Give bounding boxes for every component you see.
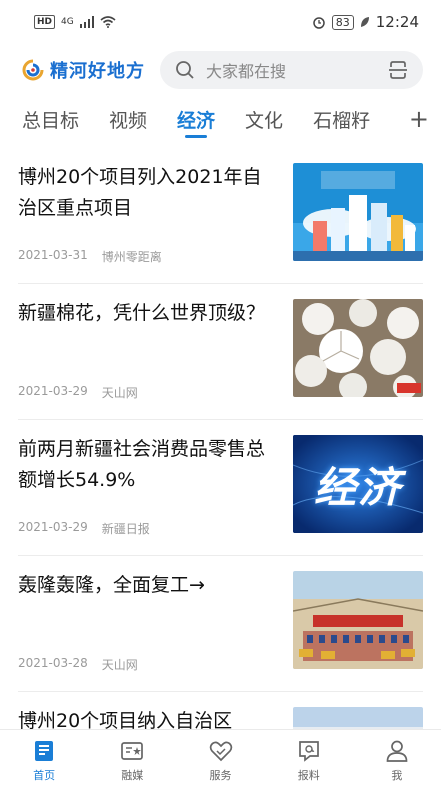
news-meta: 2021-03-29 天山网 [18, 384, 138, 401]
nav-report[interactable]: 报料 [265, 730, 353, 791]
news-date: 2021-03-28 [18, 656, 88, 670]
profile-icon [386, 740, 408, 762]
construction-site-image [293, 571, 423, 669]
cotton-image [293, 299, 423, 397]
tab-culture[interactable]: 文化 [245, 96, 283, 142]
scan-icon[interactable] [387, 59, 409, 81]
news-title[interactable]: 新疆棉花，凭什么世界顶级？ [18, 298, 266, 329]
home-icon [35, 741, 54, 761]
city-illustration [293, 163, 423, 261]
clock: 12:24 [375, 13, 419, 31]
news-date: 2021-03-29 [18, 520, 88, 534]
hd-badge: HD [34, 15, 56, 29]
news-date: 2021-03-31 [18, 248, 88, 262]
tab-shiliuzi[interactable]: 石榴籽 [313, 96, 370, 142]
news-title[interactable]: 博州20个项目列入2021年自治区重点项目 [18, 162, 266, 224]
news-source: 博州零距离 [101, 250, 162, 264]
leaf-icon [360, 17, 369, 27]
media-icon [121, 742, 144, 760]
nav-label: 首页 [33, 769, 56, 782]
nav-home[interactable]: 首页 [0, 730, 88, 791]
bottom-nav: 首页 融媒 服务 报料 我 [0, 729, 441, 791]
news-item[interactable]: 前两月新疆社会消费品零售总额增长54.9% 2021-03-29 新疆日报 经济 [18, 420, 423, 556]
category-tabs: 总目标 视频 经济 文化 石榴籽 [0, 96, 441, 142]
nav-label: 融媒 [121, 769, 144, 782]
tab-video[interactable]: 视频 [109, 96, 147, 142]
news-item[interactable]: 博州20个项目列入2021年自治区重点项目 2021-03-31 博州零距离 [18, 148, 423, 284]
news-thumbnail[interactable] [293, 571, 423, 669]
signal-icon [79, 16, 94, 28]
economy-banner-text: 经济 [313, 462, 402, 512]
news-list: 博州20个项目列入2021年自治区重点项目 2021-03-31 博州零距离 新… [0, 148, 441, 791]
app-header: 精河好地方 大家都在搜 [0, 48, 441, 92]
news-date: 2021-03-29 [18, 384, 88, 398]
report-icon [298, 741, 319, 762]
add-tab-button[interactable]: + [409, 96, 429, 142]
search-input[interactable]: 大家都在搜 [206, 58, 377, 82]
status-left: HD 4G [34, 15, 116, 29]
news-meta: 2021-03-28 天山网 [18, 656, 138, 673]
logo-icon [22, 59, 44, 81]
service-icon [209, 741, 232, 762]
news-meta: 2021-03-31 博州零距离 [18, 248, 162, 265]
nav-media[interactable]: 融媒 [88, 730, 176, 791]
news-meta: 2021-03-29 新疆日报 [18, 520, 150, 537]
search-bar[interactable]: 大家都在搜 [160, 51, 423, 89]
status-right: 83 12:24 [312, 13, 419, 31]
news-thumbnail[interactable] [293, 299, 423, 397]
nav-label: 服务 [209, 769, 232, 782]
news-source: 天山网 [101, 386, 138, 400]
news-title[interactable]: 前两月新疆社会消费品零售总额增长54.9% [18, 434, 266, 496]
network-type: 4G [61, 17, 74, 27]
news-source: 新疆日报 [101, 522, 150, 536]
alarm-icon [313, 17, 325, 29]
news-thumbnail[interactable] [293, 163, 423, 261]
tab-zongmubiao[interactable]: 总目标 [22, 96, 79, 142]
nav-label: 我 [391, 769, 403, 782]
search-icon [176, 61, 194, 79]
battery-level: 83 [331, 14, 354, 30]
app-name: 精河好地方 [50, 61, 145, 82]
tab-economy[interactable]: 经济 [177, 96, 215, 142]
news-item[interactable]: 轰隆轰隆，全面复工→ 2021-03-28 天山网 [18, 556, 423, 692]
news-thumbnail[interactable]: 经济 [293, 435, 423, 533]
app-logo[interactable]: 精河好地方 [22, 57, 150, 83]
news-source: 天山网 [101, 658, 138, 672]
news-item[interactable]: 新疆棉花，凭什么世界顶级？ 2021-03-29 天山网 [18, 284, 423, 420]
news-title[interactable]: 轰隆轰隆，全面复工→ [18, 570, 266, 601]
nav-label: 报料 [297, 769, 320, 782]
wifi-icon [100, 16, 116, 28]
nav-service[interactable]: 服务 [176, 730, 264, 791]
status-bar: HD 4G 83 12:24 [0, 0, 441, 44]
nav-profile[interactable]: 我 [353, 730, 441, 791]
